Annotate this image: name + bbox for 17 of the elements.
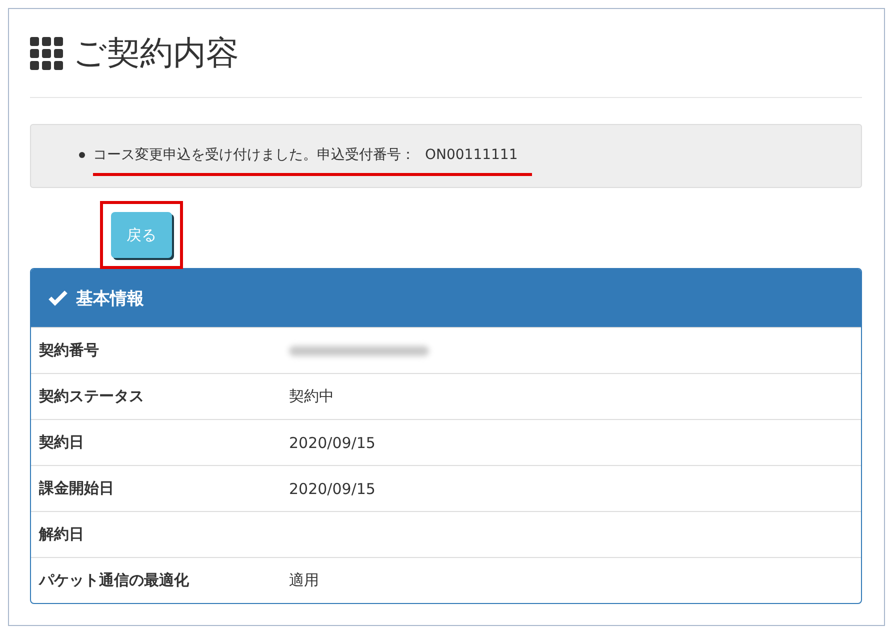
field-value: 適用 [289, 571, 320, 590]
field-label: 契約ステータス [39, 387, 145, 406]
panel-title: 基本情報 [76, 288, 144, 310]
grid-icon [30, 36, 63, 70]
confirmation-message: コース変更申込を受け付けました。申込受付番号： ON00111111 [93, 146, 518, 164]
field-value: 契約中 [289, 387, 335, 406]
field-value: 2020/09/15 [289, 480, 376, 498]
back-button[interactable]: 戻る [111, 212, 172, 258]
field-label: パケット通信の最適化 [39, 571, 190, 590]
page-title: ご契約内容 [73, 32, 239, 74]
field-label: 契約日 [39, 433, 85, 452]
field-label: 解約日 [39, 525, 85, 544]
field-label: 契約番号 [39, 341, 100, 360]
field-label: 課金開始日 [39, 479, 115, 498]
bullet-icon [79, 152, 85, 158]
check-icon [48, 289, 68, 307]
field-value: 2020/09/15 [289, 434, 376, 452]
